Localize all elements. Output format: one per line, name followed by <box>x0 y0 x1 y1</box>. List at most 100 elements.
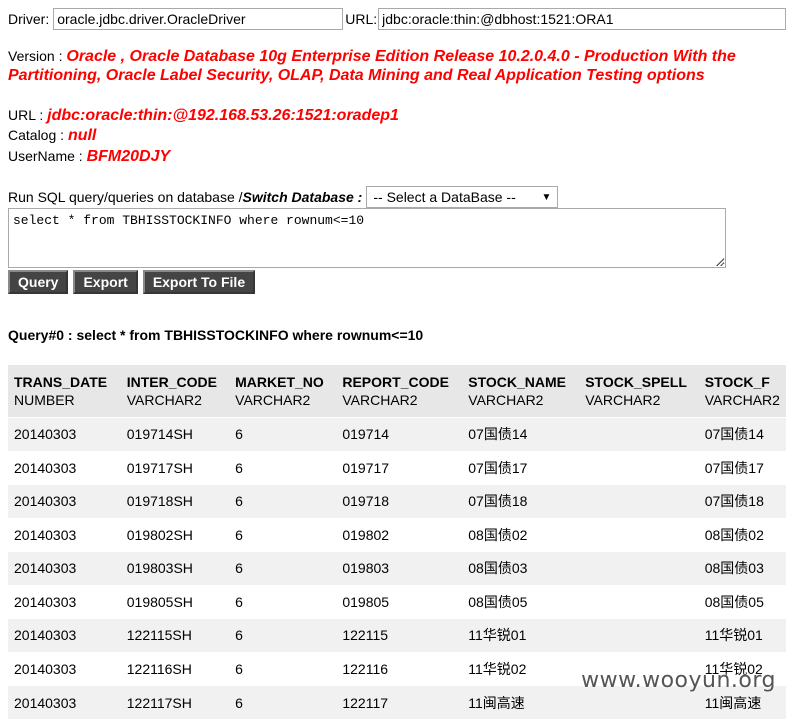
table-cell: 20140303 <box>8 652 121 686</box>
table-cell: 019714SH <box>121 418 229 452</box>
version-info: Version : Oracle , Oracle Database 10g E… <box>8 47 748 85</box>
table-cell: 6 <box>229 619 336 653</box>
catalog-info: Catalog : null <box>8 126 748 145</box>
version-value: Oracle , Oracle Database 10g Enterprise … <box>8 48 736 84</box>
table-cell <box>579 518 699 552</box>
run-sql-prompt: Run SQL query/queries on database / <box>8 189 243 205</box>
sql-textarea[interactable]: select * from TBHISSTOCKINFO where rownu… <box>8 208 726 268</box>
table-cell: 08国债02 <box>699 518 786 552</box>
table-cell: 6 <box>229 652 336 686</box>
column-header: STOCK_NAMEVARCHAR2 <box>462 365 579 418</box>
table-cell: 019717 <box>336 451 462 485</box>
table-cell: 11闽高速 <box>462 686 579 719</box>
table-row: 20140303019802SH601980208国债0208国债02 <box>8 518 786 552</box>
table-cell: 6 <box>229 518 336 552</box>
table-row: 20140303122115SH612211511华锐0111华锐01 <box>8 619 786 653</box>
table-cell: 122116SH <box>121 652 229 686</box>
table-cell <box>579 418 699 452</box>
export-to-file-button[interactable]: Export To File <box>143 270 255 294</box>
table-cell: 20140303 <box>8 552 121 586</box>
query-button[interactable]: Query <box>8 270 68 294</box>
table-cell: 6 <box>229 552 336 586</box>
table-cell: 08国债05 <box>462 585 579 619</box>
table-header-row: TRANS_DATENUMBER INTER_CODEVARCHAR2 MARK… <box>8 365 786 418</box>
version-label: Version : <box>8 48 66 64</box>
column-header: STOCK_FVARCHAR2 <box>699 365 786 418</box>
table-row: 20140303019718SH601971807国债1807国债18 <box>8 485 786 519</box>
table-cell: 07国债18 <box>462 485 579 519</box>
table-cell: 11华锐02 <box>462 652 579 686</box>
table-cell <box>579 585 699 619</box>
table-cell: 019802SH <box>121 518 229 552</box>
username-info: UserName : BFM20DJY <box>8 147 748 166</box>
table-cell: 019714 <box>336 418 462 452</box>
table-cell: 122116 <box>336 652 462 686</box>
catalog-value: null <box>68 127 96 144</box>
table-cell: 20140303 <box>8 686 121 719</box>
table-row: 20140303019805SH601980508国债0508国债05 <box>8 585 786 619</box>
query-result-title: Query#0 : select * from TBHISSTOCKINFO w… <box>8 327 423 343</box>
table-row: 20140303019717SH601971707国债1707国债17 <box>8 451 786 485</box>
table-cell <box>579 485 699 519</box>
table-cell: 07国债14 <box>462 418 579 452</box>
sql-text: select * from TBHISSTOCKINFO where rownu… <box>13 213 364 228</box>
database-select-value: -- Select a DataBase -- <box>373 189 515 205</box>
driver-label: Driver: <box>8 11 49 27</box>
table-cell: 019805 <box>336 585 462 619</box>
action-buttons: Query Export Export To File <box>8 270 255 294</box>
column-header: TRANS_DATENUMBER <box>8 365 121 418</box>
watermark-text: www.wooyun.org <box>581 668 776 693</box>
table-cell: 11华锐01 <box>699 619 786 653</box>
table-cell: 019805SH <box>121 585 229 619</box>
url-input[interactable] <box>378 8 786 30</box>
switch-database-label: Switch Database : <box>243 189 363 205</box>
column-header: STOCK_SPELLVARCHAR2 <box>579 365 699 418</box>
table-cell: 08国债02 <box>462 518 579 552</box>
table-cell: 08国债03 <box>462 552 579 586</box>
table-cell: 122117 <box>336 686 462 719</box>
column-header: REPORT_CODEVARCHAR2 <box>336 365 462 418</box>
catalog-label: Catalog : <box>8 127 68 143</box>
table-cell <box>579 552 699 586</box>
table-cell <box>579 451 699 485</box>
connection-bar: Driver: URL: <box>8 7 786 31</box>
table-cell: 122117SH <box>121 686 229 719</box>
resize-handle-icon[interactable] <box>716 258 724 266</box>
export-button[interactable]: Export <box>73 270 137 294</box>
result-table: TRANS_DATENUMBER INTER_CODEVARCHAR2 MARK… <box>8 365 786 719</box>
chevron-down-icon: ▼ <box>541 192 551 203</box>
username-value: BFM20DJY <box>87 148 171 165</box>
table-cell: 20140303 <box>8 485 121 519</box>
table-cell: 08国债03 <box>699 552 786 586</box>
table-cell: 07国债17 <box>462 451 579 485</box>
info-url-label: URL : <box>8 107 47 123</box>
table-row: 20140303019714SH601971407国债1407国债14 <box>8 418 786 452</box>
table-cell: 6 <box>229 686 336 719</box>
table-cell: 20140303 <box>8 518 121 552</box>
table-cell: 07国债14 <box>699 418 786 452</box>
table-cell: 019718SH <box>121 485 229 519</box>
table-cell: 019718 <box>336 485 462 519</box>
table-cell: 6 <box>229 585 336 619</box>
url-info: URL : jdbc:oracle:thin:@192.168.53.26:15… <box>8 106 748 125</box>
database-select[interactable]: -- Select a DataBase -- ▼ <box>366 186 558 208</box>
column-header: MARKET_NOVARCHAR2 <box>229 365 336 418</box>
table-cell: 019717SH <box>121 451 229 485</box>
driver-input[interactable] <box>53 8 343 30</box>
info-url-value: jdbc:oracle:thin:@192.168.53.26:1521:ora… <box>47 107 399 124</box>
table-cell: 019803SH <box>121 552 229 586</box>
table-cell: 122115SH <box>121 619 229 653</box>
table-cell: 6 <box>229 418 336 452</box>
table-cell: 6 <box>229 485 336 519</box>
column-header: INTER_CODEVARCHAR2 <box>121 365 229 418</box>
table-cell: 6 <box>229 451 336 485</box>
table-cell: 019803 <box>336 552 462 586</box>
table-row: 20140303019803SH601980308国债0308国债03 <box>8 552 786 586</box>
table-cell <box>579 619 699 653</box>
table-cell: 20140303 <box>8 585 121 619</box>
table-cell: 019802 <box>336 518 462 552</box>
table-cell: 122115 <box>336 619 462 653</box>
table-cell: 08国债05 <box>699 585 786 619</box>
table-cell: 20140303 <box>8 418 121 452</box>
table-cell: 20140303 <box>8 619 121 653</box>
